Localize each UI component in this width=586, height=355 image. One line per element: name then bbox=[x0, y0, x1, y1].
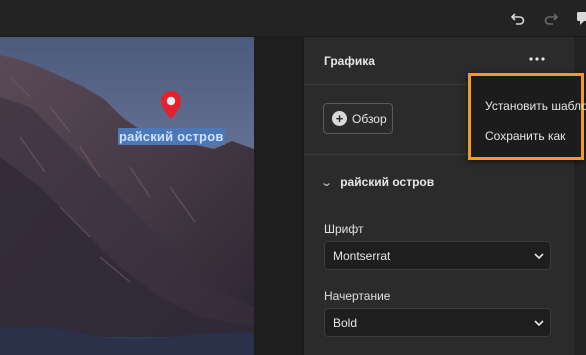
top-toolbar bbox=[0, 0, 586, 37]
style-select[interactable]: Bold bbox=[324, 308, 551, 337]
panel-title: Графика bbox=[324, 54, 375, 68]
font-select[interactable]: Montserrat bbox=[324, 241, 551, 270]
island-photo bbox=[0, 37, 254, 355]
section-name: райский остров bbox=[340, 175, 435, 189]
plus-icon: + bbox=[332, 111, 347, 126]
undo-icon[interactable] bbox=[509, 9, 527, 27]
browse-label: Обзор bbox=[352, 111, 387, 126]
font-label: Шрифт bbox=[324, 222, 364, 236]
style-value: Bold bbox=[333, 315, 358, 330]
canvas-title-text[interactable]: райский остров bbox=[118, 128, 225, 145]
more-options-icon[interactable] bbox=[529, 53, 547, 69]
chevron-down-icon bbox=[528, 250, 550, 262]
chevron-down-icon bbox=[528, 317, 550, 329]
canvas-area[interactable]: райский остров bbox=[0, 37, 303, 355]
map-pin-icon bbox=[160, 90, 182, 125]
font-value: Montserrat bbox=[333, 248, 391, 263]
context-menu: Установить шаблон Сохранить как bbox=[468, 73, 586, 160]
comment-icon[interactable] bbox=[574, 9, 586, 27]
chevron-down-icon: ⌄ bbox=[320, 176, 334, 189]
menu-item-save-as[interactable]: Сохранить как bbox=[485, 129, 565, 143]
style-label: Начертание bbox=[324, 289, 391, 303]
redo-icon[interactable] bbox=[542, 9, 560, 27]
section-header[interactable]: ⌄ райский остров bbox=[320, 175, 435, 189]
menu-item-set-template[interactable]: Установить шаблон bbox=[485, 99, 586, 113]
browse-button[interactable]: + Обзор bbox=[323, 103, 393, 134]
